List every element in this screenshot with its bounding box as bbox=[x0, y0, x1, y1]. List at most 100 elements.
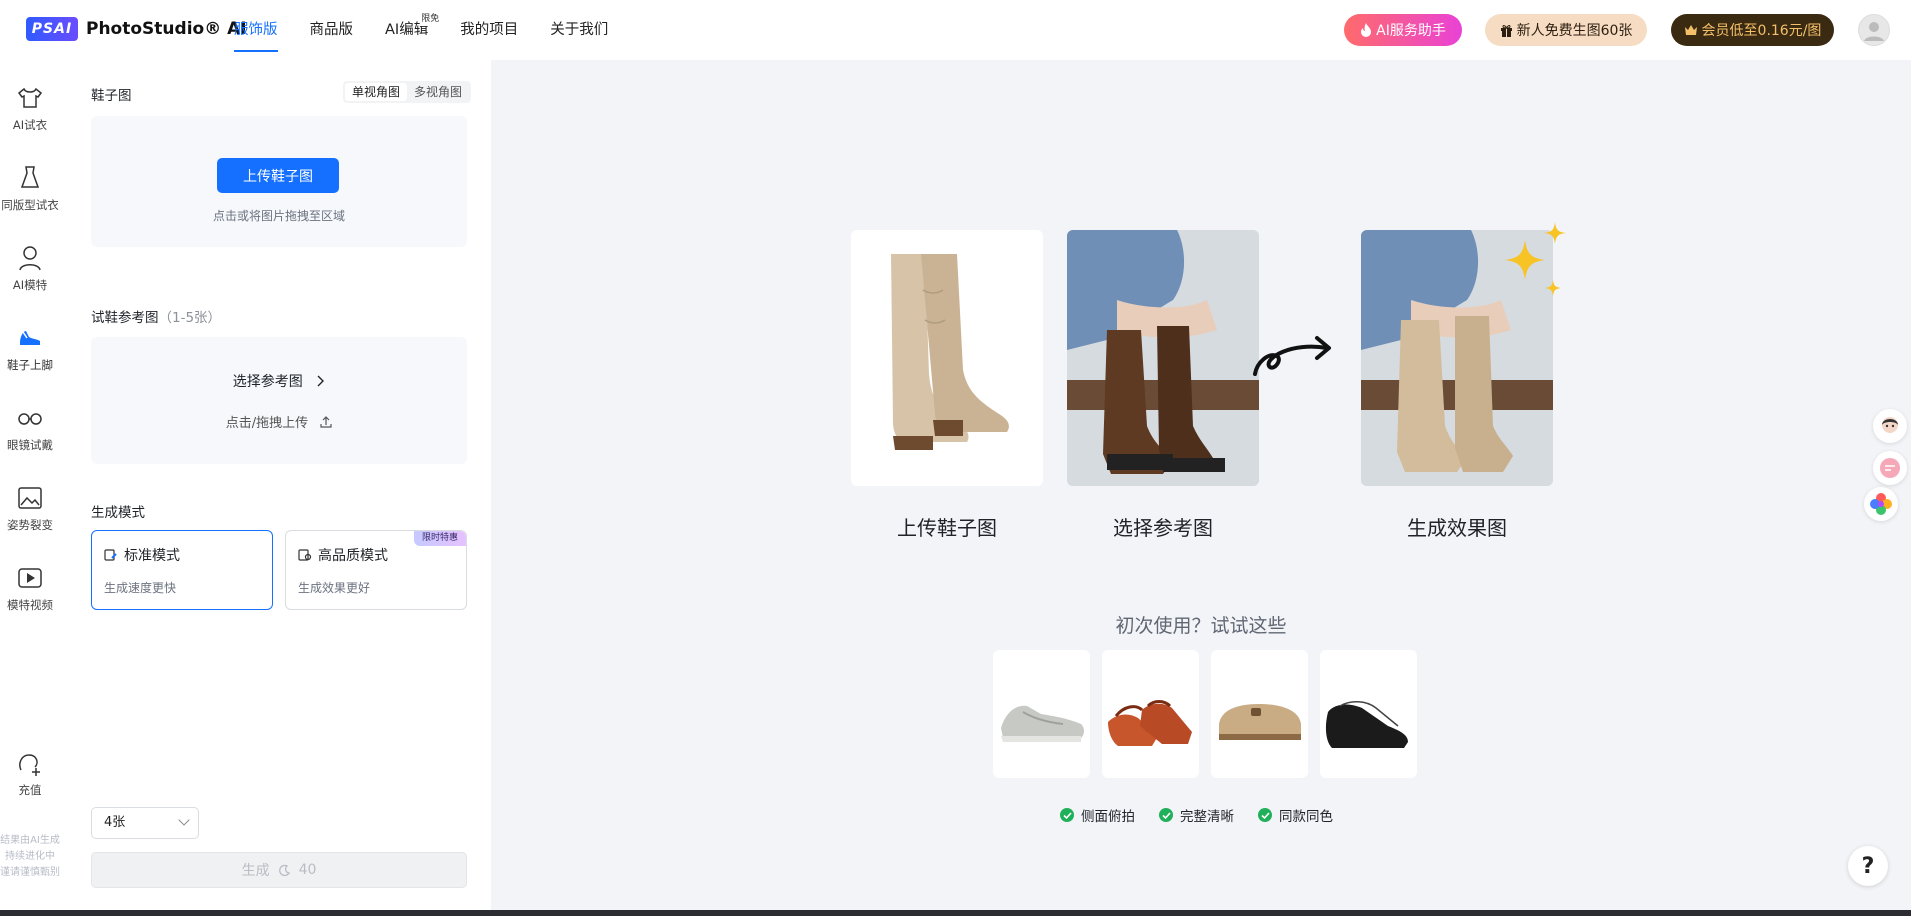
tip-same-color: 同款同色 bbox=[1258, 805, 1333, 825]
chat-button[interactable] bbox=[1873, 451, 1907, 485]
pose-icon bbox=[18, 487, 42, 509]
new-user-button[interactable]: 新人免费生图60张 bbox=[1485, 14, 1647, 46]
nav-product[interactable]: 商品版 bbox=[310, 0, 354, 60]
rail-same-style-tryon[interactable]: 同版型试衣 bbox=[0, 163, 60, 213]
mode-standard-title: 标准模式 bbox=[104, 545, 180, 565]
feature-rail: AI试衣 同版型试衣 AI模特 鞋子上脚 眼镜试戴 姿势裂变 模特视频 充值 结… bbox=[0, 60, 60, 910]
preview-area: 上传鞋子图 选择参考图 生成效果图 初次使用？试试这些 侧面俯拍 完整清晰 同款… bbox=[491, 60, 1911, 910]
flower-icon bbox=[1870, 493, 1892, 515]
upload-shoe-button[interactable]: 上传鞋子图 bbox=[217, 158, 339, 193]
mode-standard-sub: 生成速度更快 bbox=[104, 581, 177, 595]
rail-pose-variation[interactable]: 姿势裂变 bbox=[0, 483, 60, 533]
quantity-select[interactable]: 4张 bbox=[91, 807, 199, 839]
tan-boot-image bbox=[891, 254, 1009, 450]
rail-label: 姿势裂变 bbox=[7, 518, 53, 532]
rail-label: AI模特 bbox=[12, 278, 48, 292]
free-badge: 限免 bbox=[420, 14, 441, 25]
nav-apparel[interactable]: 服饰版 bbox=[234, 0, 278, 60]
vip-label: 会员低至0.16元/图 bbox=[1701, 23, 1822, 39]
tip-side-top: 侧面俯拍 bbox=[1060, 805, 1135, 825]
view-toggle: 单视角图 多视角图 bbox=[343, 81, 471, 103]
shoe-image-title: 鞋子图 bbox=[91, 88, 132, 104]
step-reference-image bbox=[1067, 230, 1259, 486]
chat-icon bbox=[1880, 458, 1900, 478]
logo[interactable]: PSAI PhotoStudio® AI bbox=[26, 17, 247, 41]
rail-label: 鞋子上脚 bbox=[7, 358, 53, 372]
oxford-image bbox=[1325, 701, 1408, 748]
tab-single-view[interactable]: 单视角图 bbox=[345, 83, 407, 101]
main-nav: 服饰版 商品版 AI编辑 限免 我的项目 关于我们 bbox=[234, 0, 640, 60]
rail-label: 充值 bbox=[18, 783, 42, 797]
gift-icon bbox=[1500, 24, 1512, 37]
glasses-icon bbox=[18, 413, 42, 425]
rail-recharge[interactable]: 充值 bbox=[0, 748, 60, 798]
nav-my-projects[interactable]: 我的项目 bbox=[460, 0, 518, 60]
dress-icon bbox=[20, 166, 40, 188]
support-avatar-button[interactable] bbox=[1873, 409, 1907, 443]
generate-button[interactable]: 生成 40 bbox=[91, 852, 467, 888]
step-caption-upload: 上传鞋子图 bbox=[897, 516, 997, 540]
arrow-icon bbox=[1253, 336, 1331, 376]
support-avatar-icon bbox=[1882, 417, 1898, 433]
limited-offer-badge: 限时特惠 bbox=[414, 531, 466, 546]
bottom-strip bbox=[0, 910, 1911, 916]
chevron-right-icon bbox=[317, 375, 325, 387]
clog-image bbox=[1219, 704, 1301, 740]
check-icon bbox=[1060, 808, 1074, 822]
tab-multi-view[interactable]: 多视角图 bbox=[407, 83, 469, 101]
crown-icon bbox=[1684, 25, 1697, 35]
sample-sneaker[interactable] bbox=[993, 650, 1090, 778]
mode-high-quality[interactable]: 限时特惠 高品质模式 生成效果更好 bbox=[285, 530, 467, 610]
sample-red-flat[interactable] bbox=[1102, 650, 1199, 778]
rail-label: AI试衣 bbox=[12, 118, 48, 132]
rail-shoe-tryon[interactable]: 鞋子上脚 bbox=[0, 323, 60, 373]
upload-icon bbox=[320, 416, 332, 428]
try-samples-title: 初次使用？试试这些 bbox=[1115, 615, 1287, 637]
shoe-icon bbox=[20, 331, 40, 345]
nav-ai-edit[interactable]: AI编辑 限免 bbox=[385, 0, 441, 60]
step-upload-image bbox=[851, 230, 1043, 486]
photo-tips: 侧面俯拍 完整清晰 同款同色 bbox=[1060, 805, 1333, 825]
app-launcher-button[interactable] bbox=[1864, 487, 1898, 521]
video-icon bbox=[18, 568, 42, 588]
shoe-upload-zone[interactable]: 上传鞋子图 点击或将图片拖拽至区域 bbox=[91, 116, 467, 247]
rail-label: 模特视频 bbox=[7, 598, 53, 612]
new-user-label: 新人免费生图60张 bbox=[1516, 23, 1633, 39]
ai-disclaimer: 结果由AI生成 持续进化中 谨请谨慎甄别 bbox=[0, 835, 60, 878]
user-avatar-icon bbox=[1864, 22, 1884, 41]
ai-assistant-button[interactable]: AI服务助手 bbox=[1344, 14, 1462, 46]
step-caption-reference: 选择参考图 bbox=[1113, 516, 1213, 540]
mode-standard[interactable]: 标准模式 生成速度更快 bbox=[91, 530, 273, 610]
rail-ai-tryon[interactable]: AI试衣 bbox=[0, 83, 60, 133]
logo-text: PhotoStudio® AI bbox=[86, 19, 247, 39]
rail-model-video[interactable]: 模特视频 bbox=[0, 563, 60, 613]
credit-icon bbox=[278, 864, 290, 876]
help-button[interactable]: ? bbox=[1848, 846, 1888, 886]
check-icon bbox=[1258, 808, 1272, 822]
mode-hq-sub: 生成效果更好 bbox=[298, 581, 371, 595]
rail-ai-model[interactable]: AI模特 bbox=[0, 243, 60, 293]
config-panel: 鞋子图 单视角图 多视角图 上传鞋子图 点击或将图片拖拽至区域 试鞋参考图（1-… bbox=[60, 60, 491, 910]
red-flat-image bbox=[1108, 700, 1192, 746]
reference-upload-zone[interactable]: 选择参考图 点击/拖拽上传 bbox=[91, 337, 467, 464]
sneaker-image bbox=[1001, 705, 1084, 742]
logo-mark: PSAI bbox=[26, 17, 78, 41]
reference-title: 试鞋参考图（1-5张） bbox=[91, 310, 222, 326]
choose-reference-button[interactable]: 选择参考图 bbox=[91, 371, 467, 391]
vip-button[interactable]: 会员低至0.16元/图 bbox=[1671, 14, 1834, 46]
rail-glasses-tryon[interactable]: 眼镜试戴 bbox=[0, 403, 60, 453]
model-icon bbox=[19, 246, 41, 271]
check-icon bbox=[1159, 808, 1173, 822]
nav-about[interactable]: 关于我们 bbox=[550, 0, 608, 60]
sample-clog[interactable] bbox=[1211, 650, 1308, 778]
sample-oxford[interactable] bbox=[1320, 650, 1417, 778]
reference-upload-button[interactable]: 点击/拖拽上传 bbox=[91, 412, 467, 431]
mode-title: 生成模式 bbox=[91, 505, 145, 521]
rail-label: 眼镜试戴 bbox=[7, 438, 53, 452]
standard-mode-icon bbox=[104, 549, 117, 561]
user-avatar[interactable] bbox=[1858, 14, 1890, 46]
upload-hint: 点击或将图片拖拽至区域 bbox=[212, 209, 345, 223]
top-bar: PSAI PhotoStudio® AI 服饰版 商品版 AI编辑 限免 我的项目… bbox=[0, 0, 1911, 60]
hq-mode-icon bbox=[298, 549, 312, 561]
sparkle-icon bbox=[1505, 222, 1566, 296]
